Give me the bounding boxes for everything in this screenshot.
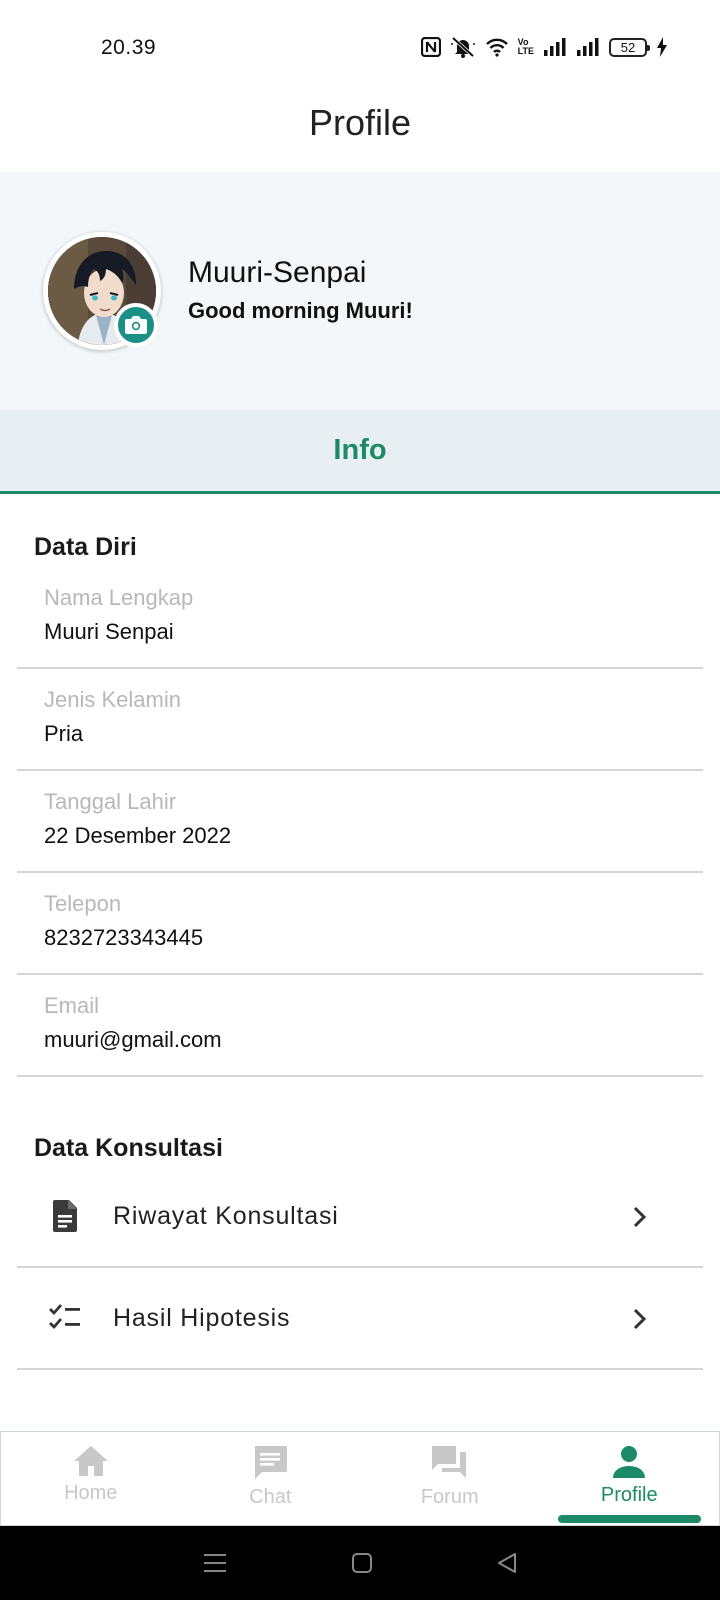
profile-name: Muuri-Senpai (188, 256, 367, 289)
battery-indicator: 52 (609, 37, 650, 57)
field-value[interactable]: 22 Desember 2022 (44, 823, 231, 849)
profile-greeting: Good morning Muuri! (188, 298, 413, 323)
menu-item-hasil-hipotesis[interactable]: Hasil Hipotesis (17, 1270, 703, 1370)
nav-label: Chat (249, 1486, 292, 1508)
nav-item-chat[interactable]: Chat (181, 1432, 361, 1525)
field-value[interactable]: Pria (44, 721, 83, 747)
menu-icon[interactable] (202, 1552, 228, 1574)
system-nav-bar (0, 1526, 720, 1600)
page-title: Profile (308, 102, 412, 143)
chat-icon (255, 1446, 288, 1479)
nav-item-profile[interactable]: Profile (540, 1432, 720, 1525)
chevron-right-icon (633, 1308, 647, 1330)
chevron-right-icon (633, 1206, 647, 1228)
field-label: Email (44, 993, 100, 1018)
field-tanggal-lahir[interactable]: Tanggal Lahir 22 Desember 2022 (17, 771, 703, 873)
wifi-icon (485, 38, 508, 57)
data-diri-title: Data Diri (34, 533, 137, 561)
menu-item-label: Riwayat Konsultasi (113, 1202, 339, 1230)
charging-bolt-icon (657, 37, 667, 57)
field-value[interactable]: muuri@gmail.com (44, 1027, 222, 1053)
signal-icon (544, 38, 566, 56)
status-time: 20.39 (101, 36, 157, 59)
home-icon (73, 1446, 108, 1476)
field-value[interactable]: Muuri Senpai (44, 619, 174, 645)
field-value[interactable]: 8232723343445 (44, 925, 203, 951)
field-label: Nama Lengkap (44, 585, 194, 610)
field-label: Telepon (44, 891, 122, 916)
nav-label: Home (64, 1482, 118, 1504)
menu-item-riwayat-konsultasi[interactable]: Riwayat Konsultasi (17, 1168, 703, 1268)
field-label: Tanggal Lahir (44, 789, 177, 814)
profile-header: Muuri-Senpai Good morning Muuri! (0, 172, 720, 410)
avatar-wrap[interactable] (43, 232, 161, 350)
status-bar: 20.39 Vo LTE 52 (0, 0, 720, 96)
forum-icon (431, 1446, 466, 1478)
field-telepon[interactable]: Telepon 8232723343445 (17, 873, 703, 975)
field-email[interactable]: Email muuri@gmail.com (17, 975, 703, 1077)
tab-info[interactable]: Info (0, 410, 720, 494)
camera-icon (125, 316, 147, 334)
nav-item-forum[interactable]: Forum (360, 1432, 540, 1525)
nfc-icon (420, 37, 441, 57)
document-icon (53, 1200, 77, 1232)
nav-item-home[interactable]: Home (1, 1432, 181, 1525)
status-icons: Vo LTE 52 (420, 34, 668, 60)
app-bar: Profile (0, 96, 720, 172)
mute-bell-icon (450, 36, 475, 58)
menu-item-label: Hasil Hipotesis (113, 1304, 291, 1332)
person-icon (613, 1446, 646, 1478)
change-photo-button[interactable] (114, 303, 158, 347)
home-square-icon[interactable] (351, 1552, 373, 1574)
data-konsultasi-title: Data Konsultasi (34, 1134, 223, 1162)
field-jenis-kelamin[interactable]: Jenis Kelamin Pria (17, 669, 703, 771)
field-nama-lengkap[interactable]: Nama Lengkap Muuri Senpai (17, 567, 703, 669)
nav-label: Forum (420, 1486, 479, 1508)
checklist-icon (49, 1304, 80, 1330)
back-icon[interactable] (496, 1552, 518, 1574)
nav-label: Profile (600, 1484, 658, 1506)
signal-icon-2 (577, 38, 599, 56)
bottom-nav: Home Chat Forum Profile (0, 1431, 720, 1526)
volte-indicator: Vo LTE (517, 37, 534, 56)
tab-info-label: Info (333, 434, 387, 466)
field-label: Jenis Kelamin (44, 687, 181, 712)
active-tab-indicator (557, 1515, 701, 1523)
